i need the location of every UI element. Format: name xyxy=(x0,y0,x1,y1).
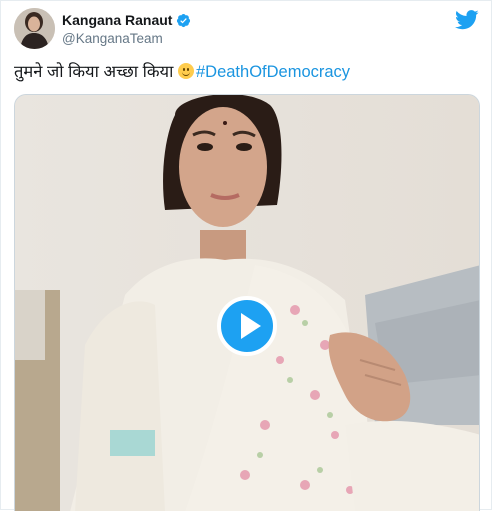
tweet-text-body: तुमने जो किया अच्छा किया xyxy=(14,63,174,81)
video-thumbnail[interactable] xyxy=(14,94,480,511)
verified-badge-icon xyxy=(177,13,191,27)
author-name[interactable]: Kangana Ranaut xyxy=(62,12,172,28)
slightly-smiling-face-icon xyxy=(177,63,194,79)
avatar[interactable] xyxy=(14,8,55,49)
hashtag-link[interactable]: #DeathOfDemocracy xyxy=(196,63,350,81)
avatar-image xyxy=(14,8,55,49)
author-handle[interactable]: @KanganaTeam xyxy=(62,31,163,46)
tweet-card: Kangana Ranaut @KanganaTeam तुमने जो किय… xyxy=(0,0,492,511)
twitter-bird-icon[interactable] xyxy=(455,10,479,30)
author-row[interactable]: Kangana Ranaut xyxy=(62,11,191,29)
tweet-text: तुमने जो किया अच्छा किया #DeathOfDemocra… xyxy=(14,61,350,83)
play-button[interactable] xyxy=(217,296,277,356)
